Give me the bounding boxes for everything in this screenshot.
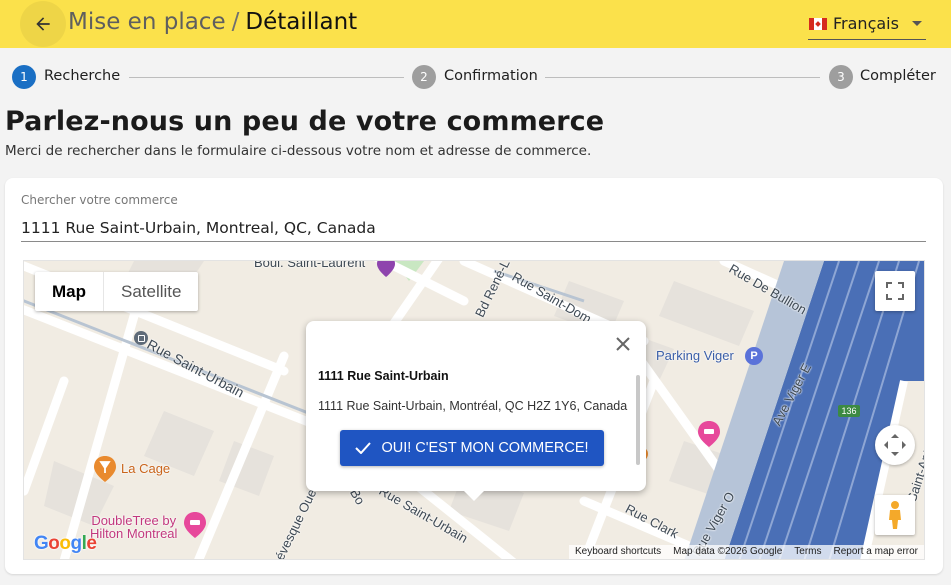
page-subtitle: Merci de rechercher dans le formulaire c…: [5, 143, 592, 159]
step-3-number: 3: [829, 65, 853, 89]
page-title: Parlez-nous un peu de votre commerce: [5, 106, 605, 137]
popup-scrollbar[interactable]: [636, 375, 640, 465]
highway-number: 136: [841, 406, 856, 416]
language-select[interactable]: Français: [808, 8, 926, 40]
hotel-icon[interactable]: [184, 512, 206, 538]
map-view[interactable]: 136 Boul. Saint-Laurent Rue Saint-Urbain…: [23, 260, 925, 560]
step-2-number: 2: [412, 65, 436, 89]
poi-la-cage-label[interactable]: La Cage: [121, 461, 170, 476]
fullscreen-button[interactable]: [875, 271, 915, 311]
poi-doubletree-line2: Hilton Montreal: [90, 526, 178, 541]
app-header: Mise en place / Détaillant Français: [0, 0, 951, 48]
canada-flag-icon: [809, 17, 827, 30]
step-2-label: Confirmation: [444, 68, 538, 84]
step-1-label: Recherche: [44, 68, 121, 84]
map-type-satellite-button[interactable]: Satellite: [104, 272, 198, 311]
camera-control-icon: [884, 434, 906, 456]
back-arrow-icon: [36, 17, 50, 31]
google-logo: Google: [34, 533, 97, 554]
map-type-control: Map Satellite: [35, 272, 199, 311]
close-icon: [616, 337, 630, 351]
poi-parking-label[interactable]: Parking Viger: [656, 348, 734, 363]
step-1-number: 1: [12, 65, 36, 89]
fullscreen-icon: [886, 282, 904, 300]
restaurant-icon[interactable]: [94, 456, 116, 482]
search-card: Chercher votre commerce 1111 Rue Saint-U…: [5, 178, 943, 574]
step-connector: [129, 77, 404, 78]
map-data-text: Map data ©2026 Google: [673, 546, 783, 557]
poi-doubletree-label[interactable]: DoubleTree by Hilton Montreal: [90, 514, 177, 540]
search-label: Chercher votre commerce: [21, 193, 178, 207]
report-map-error-link[interactable]: Report a map error: [828, 545, 924, 559]
popup-address: 1111 Rue Saint-Urbain, Montréal, QC H2Z …: [318, 399, 628, 413]
popup-title: 1111 Rue Saint-Urbain: [318, 369, 449, 383]
progress-stepper: 1 Recherche 2 Confirmation 3 Compléter: [12, 64, 937, 90]
hotel-icon[interactable]: [698, 421, 720, 447]
parking-icon[interactable]: P: [745, 347, 763, 365]
place-marker-icon[interactable]: [377, 260, 395, 277]
chevron-down-icon: [912, 21, 922, 26]
back-button[interactable]: [20, 1, 66, 47]
search-input[interactable]: [21, 214, 926, 242]
step-connector: [545, 77, 820, 78]
transit-icon[interactable]: [134, 331, 148, 345]
breadcrumb-separator: /: [231, 9, 240, 35]
road-label: Boul. Saint-Laurent: [254, 260, 366, 270]
check-icon: [355, 442, 372, 454]
confirm-business-label: OUI! C'EST MON COMMERCE!: [381, 440, 589, 456]
pegman-icon: [889, 501, 901, 529]
terms-link[interactable]: Terms: [788, 545, 827, 559]
popup-close-button[interactable]: [610, 331, 636, 357]
map-type-map-button[interactable]: Map: [35, 272, 104, 311]
map-attribution: Keyboard shortcuts Map data ©2026 Google…: [568, 545, 924, 559]
step-3-label: Compléter: [860, 68, 936, 84]
page-header-title: Mise en place / Détaillant: [68, 6, 357, 38]
language-label: Français: [833, 14, 899, 33]
breadcrumb-parent[interactable]: Mise en place: [68, 9, 226, 35]
confirm-business-button[interactable]: OUI! C'EST MON COMMERCE!: [340, 430, 604, 466]
breadcrumb-current: Détaillant: [245, 9, 358, 35]
keyboard-shortcuts-link[interactable]: Keyboard shortcuts: [569, 545, 667, 559]
street-view-button[interactable]: [875, 495, 915, 535]
camera-control-button[interactable]: [875, 425, 915, 465]
location-info-popup: 1111 Rue Saint-Urbain 1111 Rue Saint-Urb…: [306, 321, 646, 501]
